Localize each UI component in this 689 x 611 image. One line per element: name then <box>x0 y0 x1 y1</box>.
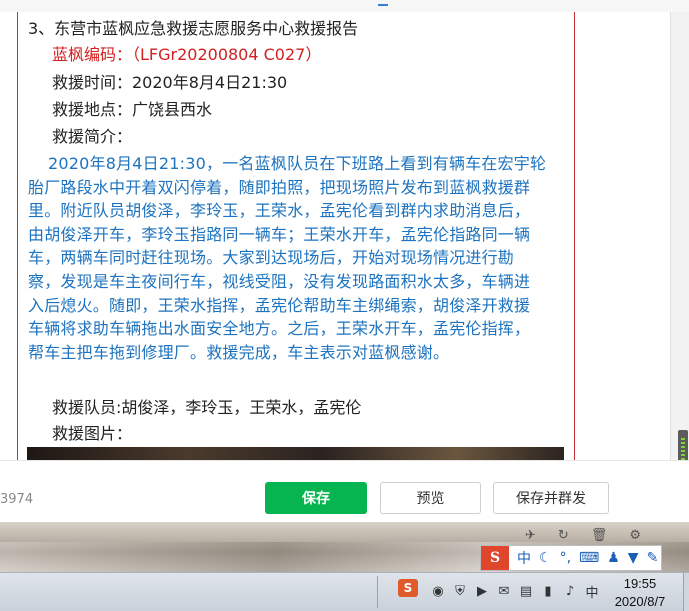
save-button[interactable]: 保存 <box>265 482 367 514</box>
report-time: 救援时间：2020年8月4日21:30 <box>52 73 288 92</box>
wechat-icon[interactable]: ✉ <box>496 583 512 599</box>
report-place: 救援地点：广饶县西水 <box>52 100 213 119</box>
summary-line: 由胡俊泽开车，李玲玉指路同一辆车；王荣水开车，孟宪伦指路同一辆 <box>28 224 531 244</box>
summary-line: 入后熄火。随即，王荣水指挥，孟宪伦帮助车主绑绳索，胡俊泽开救援 <box>28 295 531 315</box>
volume-icon[interactable]: ♪ <box>562 583 578 599</box>
report-photos-label: 救援图片： <box>52 424 133 443</box>
pin-icon[interactable]: ✈ <box>525 528 536 546</box>
taskbar-clock[interactable]: 19:55 2020/8/7 <box>604 575 676 611</box>
summary-line: 帮车主把车拖到修理厂。救援完成，车主表示对蓝枫感谢。 <box>28 342 450 362</box>
summary-line: 里。附近队员胡俊泽，李玲玉，王荣水，孟宪伦看到群内求助消息后， <box>28 201 531 221</box>
summary-line: 车，两辆车同时赶往现场。大家到达现场后，开始对现场情况进行勘 <box>28 248 515 268</box>
report-code: 蓝枫编码：（LFGr20200804 C027） <box>52 45 322 64</box>
report-summary-label: 救援简介： <box>52 127 133 146</box>
shield-icon[interactable]: ⛨ <box>452 583 468 599</box>
sogou-taskbar-icon[interactable]: S <box>398 579 418 597</box>
save-and-publish-button[interactable]: 保存并群发 <box>493 482 609 514</box>
ime-tray-icon[interactable]: 中 <box>584 583 600 601</box>
tools-icon[interactable]: ⚙ <box>629 528 641 546</box>
report-summary: 2020年8月4日21:30，一名蓝枫队员在下班路上看到有辆车在宏宇轮 胎厂路段… <box>28 152 568 364</box>
report-members: 救援队员:胡俊泽，李玲玉，王荣水，孟宪伦 <box>52 398 362 417</box>
shirt-icon[interactable]: ▼ <box>628 550 639 566</box>
clock-time: 19:55 <box>623 576 657 591</box>
wrench-icon[interactable]: ✎ <box>647 550 659 566</box>
summary-line: 车辆将求助车辆拖出水面安全地方。之后，王荣水开车，孟宪伦指挥， <box>28 319 531 339</box>
media-icon[interactable]: ▶ <box>474 583 490 599</box>
show-desktop-button[interactable] <box>683 573 689 611</box>
punctuation-icon[interactable]: °, <box>560 550 571 566</box>
ime-mode[interactable]: 中 <box>517 548 531 568</box>
summary-line: 胎厂路段水中开着双闪停着，随即拍照，把现场照片发布到蓝枫救援群 <box>28 177 531 197</box>
security-icon[interactable]: ◉ <box>430 583 446 599</box>
taskbar-divider <box>377 576 378 608</box>
sogou-logo-icon[interactable]: S <box>481 546 509 570</box>
summary-line: 察，发现是车主夜间行车，视线受阻，没有发现路面积水太多，车辆进 <box>28 271 531 291</box>
network-icon[interactable]: ▮ <box>540 583 556 599</box>
user-icon[interactable]: ♟ <box>607 550 620 566</box>
refresh-icon[interactable]: ↻ <box>558 528 569 546</box>
word-counter: 3974 <box>0 492 34 507</box>
top-strip <box>0 0 689 12</box>
summary-line: 2020年8月4日21:30，一名蓝枫队员在下班路上看到有辆车在宏宇轮 <box>48 154 547 173</box>
trash-icon[interactable]: 🗑 <box>591 528 608 546</box>
editor-bottom-icons: ✈ ↻ 🗑 ⚙ <box>525 528 675 546</box>
system-tray: ◉ ⛨ ▶ ✉ ▤ ▮ ♪ 中 <box>430 583 600 601</box>
keyboard-icon[interactable]: ⌨ <box>579 550 599 566</box>
vertical-scrollbar[interactable] <box>670 12 689 460</box>
editor-area[interactable]: 3、东营市蓝枫应急救援志愿服务中心救援报告 蓝枫编码：（LFGr20200804… <box>0 12 670 460</box>
moon-icon[interactable]: ☾ <box>539 550 552 566</box>
ime-toolbar[interactable]: S 中 ☾ °, ⌨ ♟ ▼ ✎ <box>480 545 662 571</box>
report-heading: 3、东营市蓝枫应急救援志愿服务中心救援报告 <box>28 19 359 38</box>
preview-button[interactable]: 预览 <box>380 482 481 514</box>
rescue-photo[interactable] <box>27 447 564 460</box>
tab-indicator <box>378 4 388 10</box>
clock-date: 2020/8/7 <box>614 594 666 609</box>
clipboard-icon[interactable]: ▤ <box>518 583 534 599</box>
